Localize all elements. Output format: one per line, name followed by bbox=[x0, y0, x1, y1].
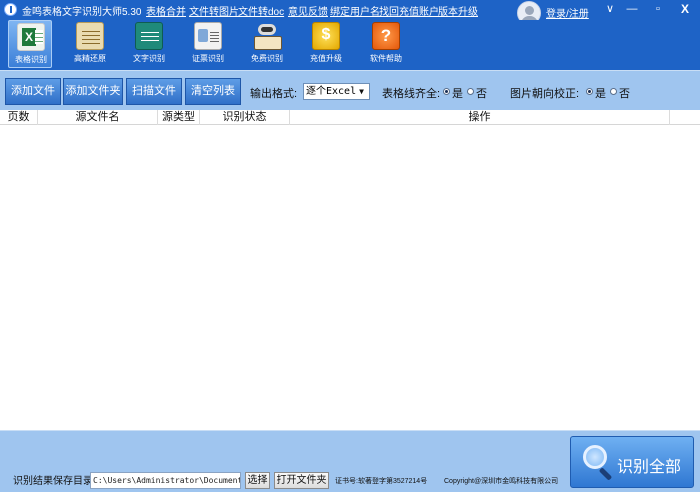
toolbar-label: 表格识别 bbox=[15, 55, 47, 64]
link-file-to-image[interactable]: 文件转图片 bbox=[189, 3, 239, 18]
toolbar-label: 文字识别 bbox=[133, 54, 165, 63]
open-folder-button[interactable]: 打开文件夹 bbox=[274, 472, 329, 489]
link-file-to-doc[interactable]: 文件转doc bbox=[238, 3, 284, 18]
column-header-operation[interactable]: 操作 bbox=[290, 110, 670, 125]
app-window: 金鸣表格文字识别大师5.30 表格合并 文件转图片 文件转doc 意见反馈 绑定… bbox=[0, 0, 700, 492]
dropdown-chevron-icon[interactable]: ∨ bbox=[599, 0, 621, 18]
column-header-pages[interactable]: 页数 bbox=[0, 110, 38, 125]
column-header-source-filename[interactable]: 源文件名 bbox=[38, 110, 158, 125]
restore-button[interactable]: ▫ bbox=[647, 0, 669, 18]
table-line-yes-label: 是 bbox=[452, 88, 463, 100]
orientation-no-radio[interactable] bbox=[610, 88, 617, 95]
toolbar-recharge-upgrade[interactable]: 充值升级 bbox=[304, 20, 348, 68]
add-folder-button[interactable]: 添加文件夹 bbox=[63, 78, 123, 105]
output-format-label: 输出格式: bbox=[250, 88, 298, 100]
certificate-number: 证书号:软著登字第3527214号 bbox=[335, 478, 428, 485]
orientation-correction-label: 图片朝向校正: bbox=[510, 88, 580, 100]
toolbar-free-recognition[interactable]: 免费识别 bbox=[245, 20, 289, 68]
file-table-header: 页数 源文件名 源类型 识别状态 操作 bbox=[0, 110, 700, 125]
toolbar-label: 高精还原 bbox=[74, 54, 106, 63]
save-directory-input[interactable]: C:\Users\Administrator\Documents\o bbox=[90, 472, 241, 489]
output-format-value: 逐个Excel bbox=[306, 86, 357, 97]
main-toolbar: 表格识别 高精还原 文字识别 证票识别 免费识别 充值升级 软件帮助 bbox=[0, 20, 700, 70]
certificate-icon bbox=[194, 22, 222, 50]
close-button[interactable]: X bbox=[674, 0, 696, 18]
table-line-complete-label: 表格线齐全: bbox=[382, 88, 441, 100]
column-header-recognition-status[interactable]: 识别状态 bbox=[200, 110, 290, 125]
toolbar-certificate-recognition[interactable]: 证票识别 bbox=[186, 20, 230, 68]
action-bar: 添加文件 添加文件夹 扫描文件 清空列表 输出格式: 逐个Excel ▼ 表格线… bbox=[0, 70, 700, 110]
save-directory-label: 识别结果保存目录: bbox=[13, 476, 96, 487]
app-title: 金鸣表格文字识别大师5.30 bbox=[22, 7, 142, 18]
orientation-yes-radio[interactable] bbox=[586, 88, 593, 95]
link-bind-username[interactable]: 绑定用户名 bbox=[330, 3, 380, 18]
app-logo-icon bbox=[4, 3, 17, 16]
toolbar-text-recognition[interactable]: 文字识别 bbox=[127, 20, 171, 68]
copyright-text: Copyright@深圳市金鸣科技有限公司 bbox=[444, 478, 559, 485]
toolbar-label: 软件帮助 bbox=[370, 54, 402, 63]
help-icon bbox=[372, 22, 400, 50]
minimize-button[interactable]: — bbox=[621, 0, 643, 18]
toolbar-label: 免费识别 bbox=[251, 54, 283, 63]
file-table-body[interactable] bbox=[0, 125, 700, 430]
text-document-icon bbox=[135, 22, 163, 50]
clear-list-button[interactable]: 清空列表 bbox=[185, 78, 241, 105]
title-bar: 金鸣表格文字识别大师5.30 表格合并 文件转图片 文件转doc 意见反馈 绑定… bbox=[0, 0, 700, 25]
login-register-link[interactable]: 登录/注册 bbox=[546, 5, 589, 20]
link-feedback[interactable]: 意见反馈 bbox=[288, 3, 328, 18]
chevron-down-icon: ▼ bbox=[359, 87, 364, 96]
document-icon bbox=[76, 22, 104, 50]
table-line-no-radio[interactable] bbox=[467, 88, 474, 95]
toolbar-label: 证票识别 bbox=[192, 54, 224, 63]
link-recover-account[interactable]: 找回充值账户 bbox=[379, 3, 439, 18]
link-table-merge[interactable]: 表格合并 bbox=[146, 3, 186, 18]
column-header-source-type[interactable]: 源类型 bbox=[158, 110, 200, 125]
link-version-upgrade[interactable]: 版本升级 bbox=[438, 3, 478, 18]
toolbar-high-precision-restore[interactable]: 高精还原 bbox=[68, 20, 112, 68]
orientation-yes-label: 是 bbox=[595, 88, 606, 100]
toolbar-label: 充值升级 bbox=[310, 54, 342, 63]
free-book-icon bbox=[253, 22, 282, 50]
toolbar-software-help[interactable]: 软件帮助 bbox=[364, 20, 408, 68]
recognize-all-label: 识别全部 bbox=[617, 459, 682, 476]
magnifier-icon bbox=[581, 443, 615, 481]
recognize-all-button[interactable]: 识别全部 bbox=[570, 436, 694, 488]
add-file-button[interactable]: 添加文件 bbox=[5, 78, 61, 105]
output-format-select[interactable]: 逐个Excel ▼ bbox=[303, 83, 370, 100]
toolbar-table-recognition[interactable]: 表格识别 bbox=[8, 20, 52, 68]
table-line-yes-radio[interactable] bbox=[443, 88, 450, 95]
select-directory-button[interactable]: 选择 bbox=[245, 472, 270, 489]
scan-file-button[interactable]: 扫描文件 bbox=[126, 78, 182, 105]
table-line-no-label: 否 bbox=[476, 88, 487, 100]
excel-icon bbox=[17, 23, 45, 51]
orientation-no-label: 否 bbox=[619, 88, 630, 100]
footer-bar: 识别结果保存目录: C:\Users\Administrator\Documen… bbox=[0, 430, 700, 492]
coin-icon bbox=[312, 22, 340, 50]
